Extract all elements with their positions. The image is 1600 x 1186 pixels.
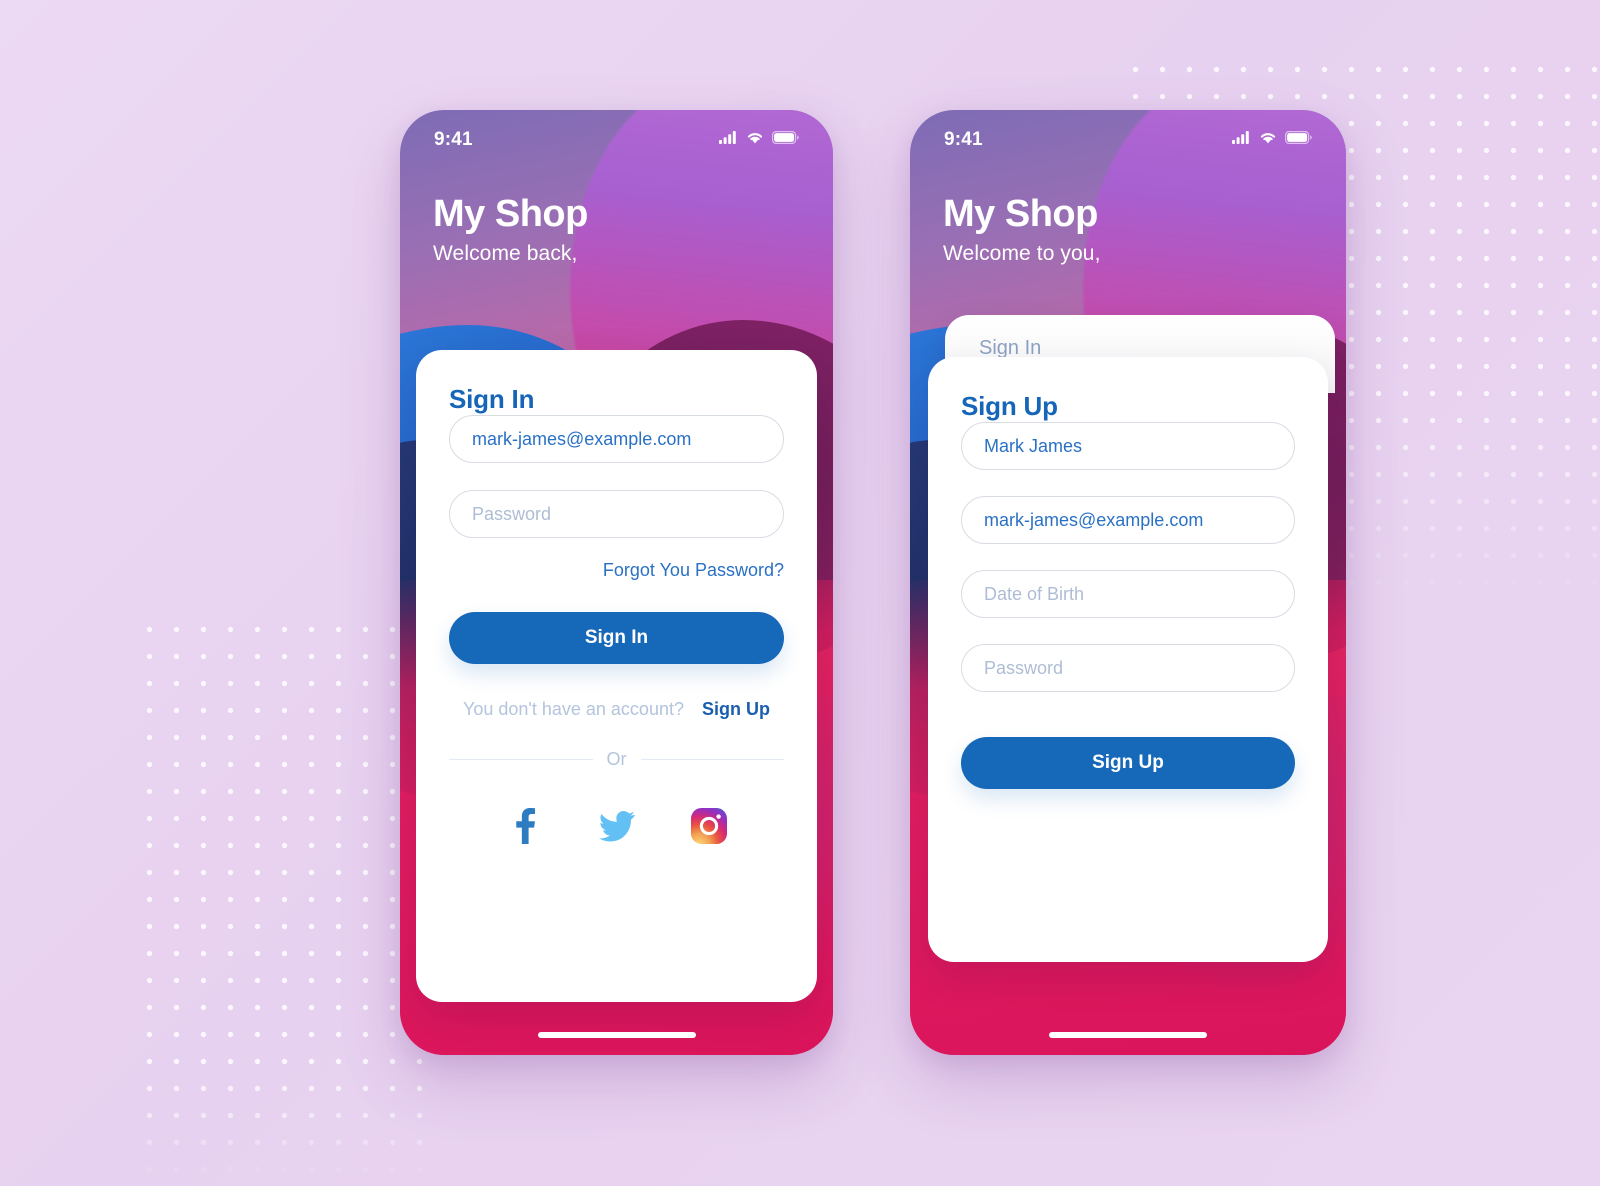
facebook-icon[interactable] xyxy=(507,808,543,844)
card-title-signin: Sign In xyxy=(449,384,535,414)
status-bar: 9:41 xyxy=(910,110,1346,162)
divider-line-left xyxy=(449,759,593,760)
phone-mockup-signup: 9:41 My Shop Welcome to you, Sign In Sig… xyxy=(910,110,1346,1055)
signup-card: Sign Up Mark James mark-james@example.co… xyxy=(928,357,1328,962)
status-bar: 9:41 xyxy=(400,110,833,162)
twitter-icon[interactable] xyxy=(598,808,635,844)
wifi-icon xyxy=(1259,131,1277,149)
divider-line-right xyxy=(640,759,784,760)
signup-link[interactable]: Sign Up xyxy=(702,699,770,720)
battery-icon xyxy=(1285,131,1312,149)
signup-button[interactable]: Sign Up xyxy=(961,737,1295,789)
card-title-signup: Sign Up xyxy=(961,391,1058,421)
status-time: 9:41 xyxy=(944,129,983,150)
app-header: My Shop Welcome to you, xyxy=(943,193,1101,266)
status-icons xyxy=(1232,123,1312,149)
dob-field[interactable]: Date of Birth xyxy=(961,570,1295,618)
signin-card: Sign In mark-james@example.com Password … xyxy=(416,350,817,1002)
battery-icon xyxy=(772,131,799,149)
app-title: My Shop xyxy=(433,193,588,235)
signin-button[interactable]: Sign In xyxy=(449,612,784,664)
status-icons xyxy=(719,123,799,149)
wifi-icon xyxy=(746,131,764,149)
or-divider: Or xyxy=(449,749,784,770)
app-subtitle: Welcome to you, xyxy=(943,241,1101,265)
divider-label: Or xyxy=(606,749,627,769)
app-subtitle: Welcome back, xyxy=(433,241,578,265)
social-login-row xyxy=(449,808,784,844)
cellular-signal-icon xyxy=(719,131,738,149)
dot-pattern-bottom-left xyxy=(136,616,431,1186)
app-header: My Shop Welcome back, xyxy=(433,193,588,266)
password-field[interactable]: Password xyxy=(961,644,1295,692)
instagram-icon[interactable] xyxy=(690,808,727,844)
email-field[interactable]: mark-james@example.com xyxy=(961,496,1295,544)
forgot-password-row: Forgot You Password? xyxy=(449,560,784,581)
app-title: My Shop xyxy=(943,193,1098,235)
phone-mockup-signin: 9:41 My Shop Welcome back, Sign In mark-… xyxy=(400,110,833,1055)
cellular-signal-icon xyxy=(1232,131,1251,149)
status-time: 9:41 xyxy=(434,129,473,150)
home-indicator xyxy=(1049,1032,1207,1038)
no-account-row: You don't have an account? Sign Up xyxy=(449,699,784,720)
no-account-text: You don't have an account? xyxy=(463,699,684,719)
home-indicator xyxy=(537,1032,696,1038)
forgot-password-link[interactable]: Forgot You Password? xyxy=(603,560,784,580)
email-field[interactable]: mark-james@example.com xyxy=(449,415,784,463)
fullname-field[interactable]: Mark James xyxy=(961,422,1295,470)
password-field[interactable]: Password xyxy=(449,490,784,538)
